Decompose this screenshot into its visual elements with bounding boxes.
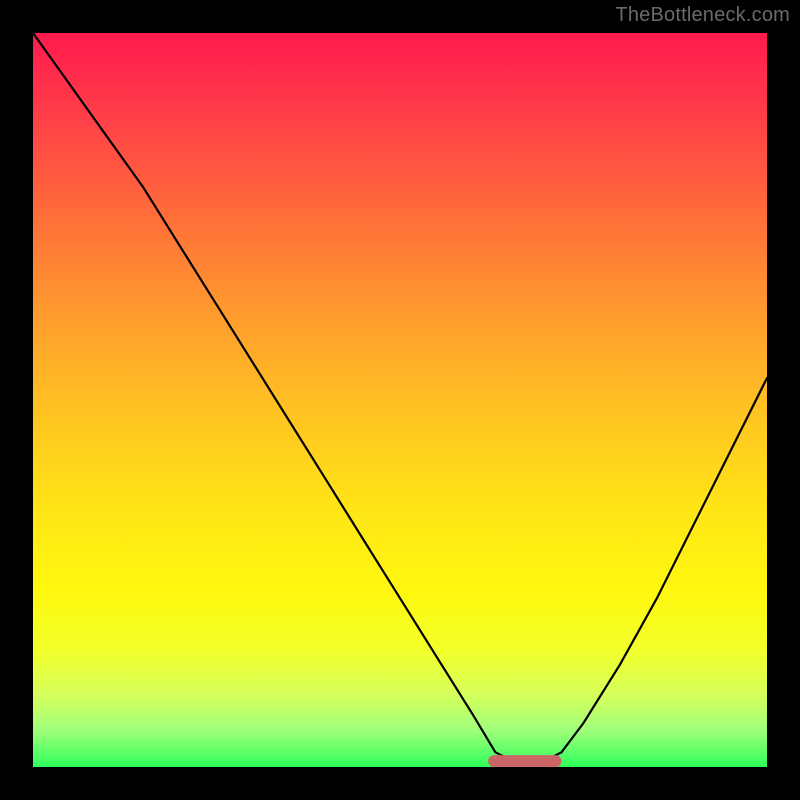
- chart-frame: TheBottleneck.com: [0, 0, 800, 800]
- watermark-text: TheBottleneck.com: [615, 4, 790, 27]
- bottleneck-chart: [33, 33, 767, 767]
- plot-area: [33, 33, 767, 767]
- trough-highlight-pill: [488, 755, 561, 767]
- bottleneck-curve-line: [33, 33, 767, 760]
